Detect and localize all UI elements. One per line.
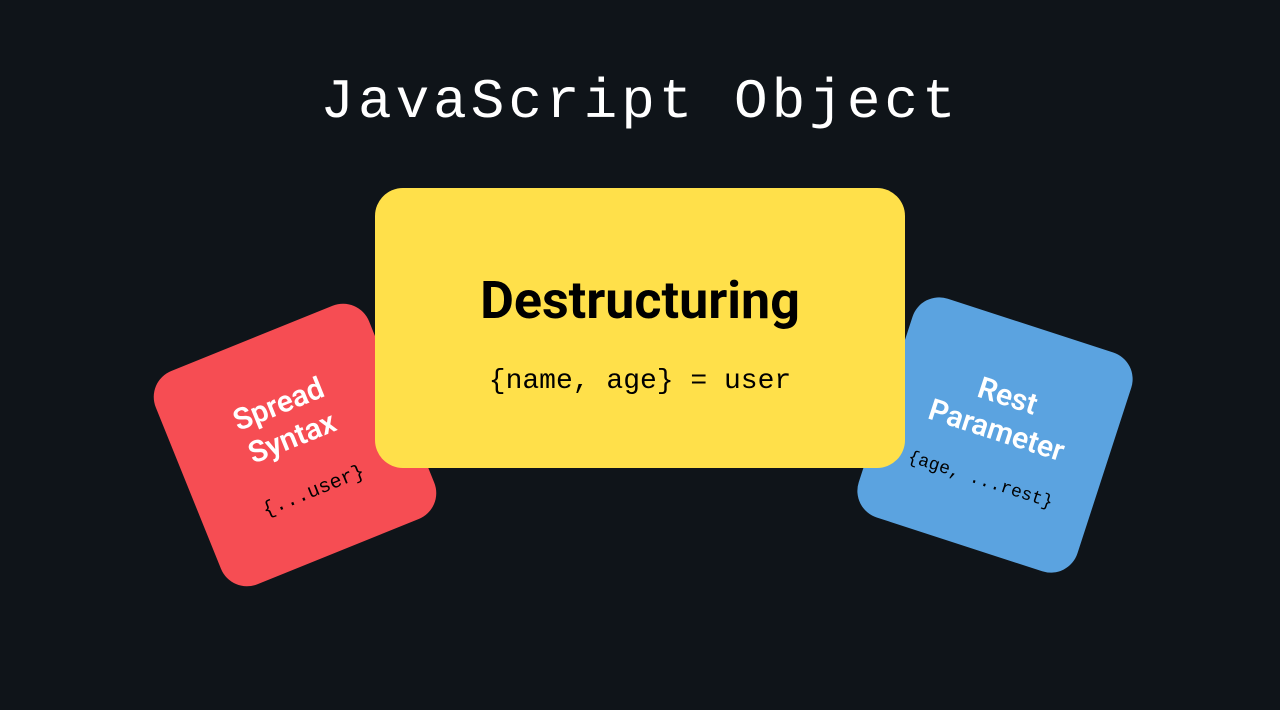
destructuring-code-example: {name, age} = user: [489, 366, 791, 397]
destructuring-card: Destructuring {name, age} = user: [375, 188, 905, 468]
page-title: JavaScript Object: [320, 70, 959, 134]
destructuring-card-title: Destructuring: [480, 270, 800, 331]
spread-card-title: Spread Syntax: [228, 370, 343, 472]
spread-code-example: {...user}: [259, 460, 368, 522]
rest-card-title: Rest Parameter: [924, 358, 1080, 470]
